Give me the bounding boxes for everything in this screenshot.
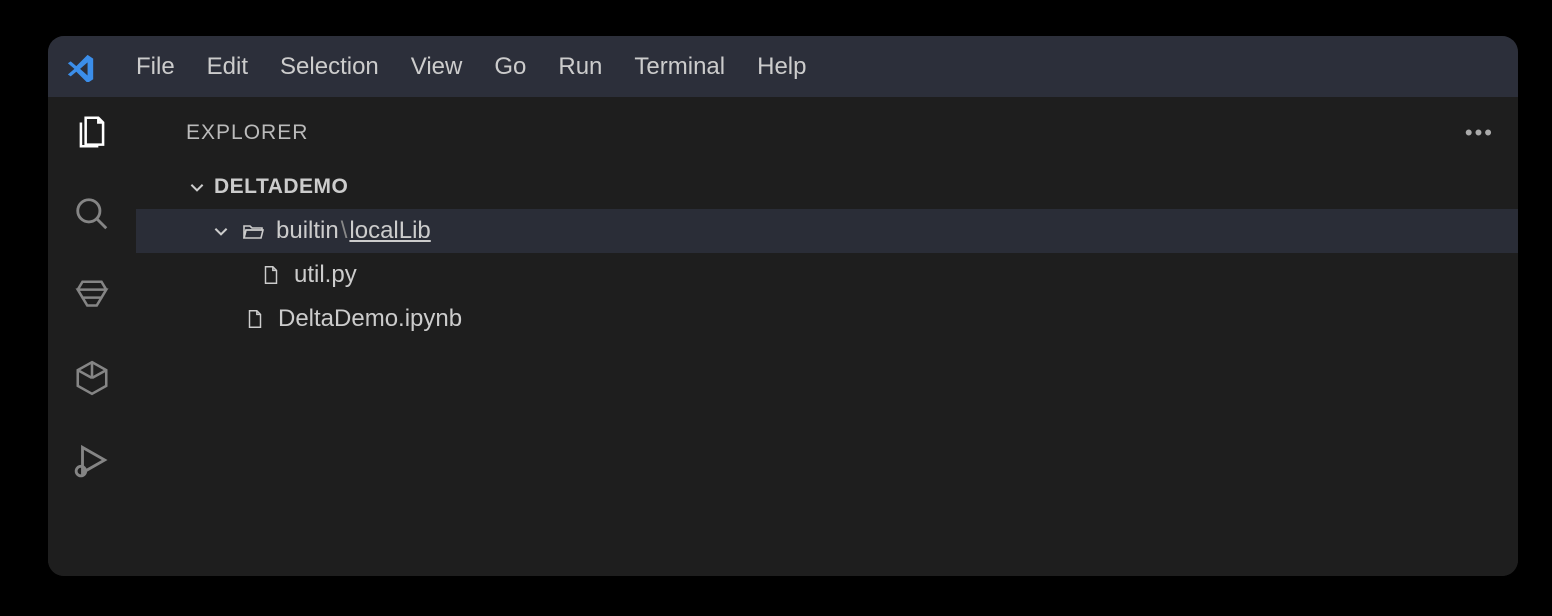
menu-edit[interactable]: Edit	[191, 47, 264, 87]
sidebar-title: EXPLORER	[186, 121, 308, 145]
folder-open-icon	[238, 219, 268, 243]
menu-view[interactable]: View	[395, 47, 479, 87]
file-icon	[256, 264, 286, 286]
file-tree: DELTADEMO builtin\localLib	[136, 157, 1518, 341]
chevron-down-icon	[208, 222, 234, 240]
file-icon	[240, 308, 270, 330]
vscode-logo-icon	[66, 52, 96, 82]
body: EXPLORER ••• DELTADEMO	[48, 97, 1518, 576]
search-icon[interactable]	[71, 193, 113, 235]
file-row-deltademo[interactable]: DeltaDemo.ipynb	[136, 297, 1518, 341]
activity-bar	[48, 97, 136, 576]
more-actions-icon[interactable]: •••	[1465, 120, 1494, 146]
project-root[interactable]: DELTADEMO	[136, 165, 1518, 209]
folder-part1: builtin	[276, 217, 339, 244]
menu-run[interactable]: Run	[542, 47, 618, 87]
chevron-down-icon	[184, 178, 210, 196]
project-name: DELTADEMO	[214, 175, 348, 199]
explorer-icon[interactable]	[71, 111, 113, 153]
menu-go[interactable]: Go	[478, 47, 542, 87]
menu-bar: File Edit Selection View Go Run Terminal…	[120, 47, 822, 87]
file-row-util[interactable]: util.py	[136, 253, 1518, 297]
vscode-window: File Edit Selection View Go Run Terminal…	[48, 36, 1518, 576]
menu-terminal[interactable]: Terminal	[618, 47, 741, 87]
explorer-sidebar: EXPLORER ••• DELTADEMO	[136, 97, 1518, 576]
titlebar: File Edit Selection View Go Run Terminal…	[48, 36, 1518, 97]
source-control-icon[interactable]	[71, 275, 113, 317]
menu-selection[interactable]: Selection	[264, 47, 395, 87]
path-separator: \	[341, 217, 348, 244]
menu-help[interactable]: Help	[741, 47, 822, 87]
file-name: DeltaDemo.ipynb	[278, 305, 462, 333]
run-debug-icon[interactable]	[71, 439, 113, 481]
folder-row[interactable]: builtin\localLib	[136, 209, 1518, 253]
folder-part2: localLib	[349, 217, 430, 244]
sidebar-header: EXPLORER •••	[136, 109, 1518, 157]
folder-label: builtin\localLib	[276, 217, 431, 245]
menu-file[interactable]: File	[120, 47, 191, 87]
file-name: util.py	[294, 261, 357, 289]
extensions-icon[interactable]	[71, 357, 113, 399]
